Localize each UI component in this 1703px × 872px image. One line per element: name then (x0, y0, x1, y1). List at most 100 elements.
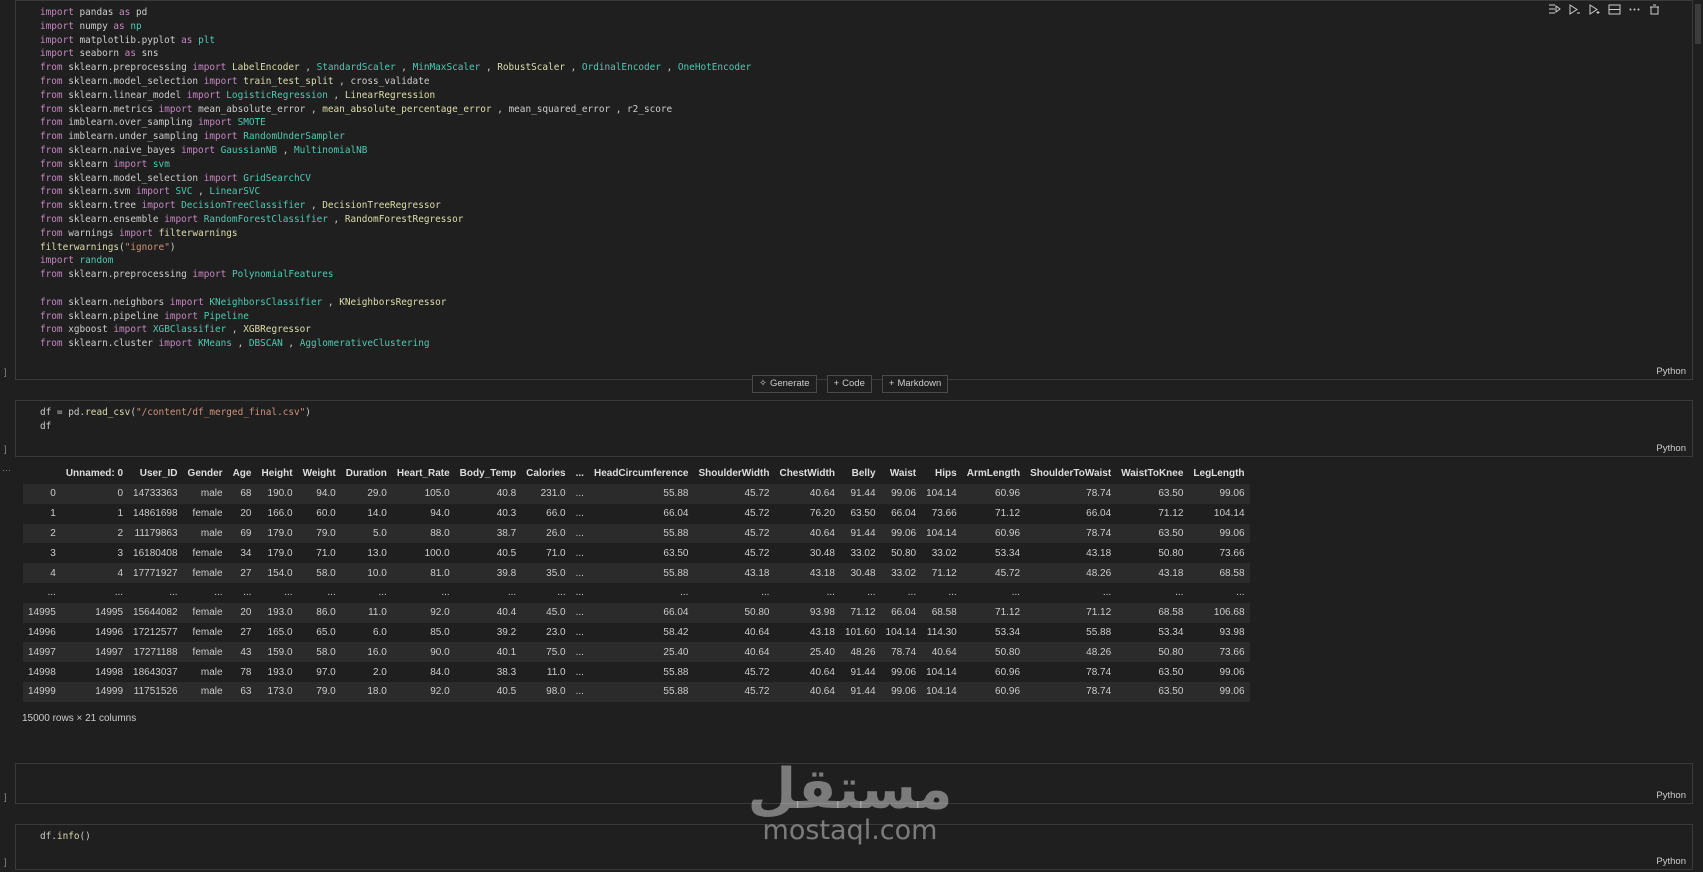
table-cell: 66.04 (891, 508, 917, 520)
code-token: , (564, 62, 582, 74)
table-cell: 33.02 (891, 567, 917, 579)
code-token: SVC (175, 186, 193, 198)
table-cell: 11.0 (368, 607, 387, 619)
code-token: sklearn.model_selection (68, 172, 204, 184)
more-actions-icon[interactable] (1626, 2, 1642, 16)
cell-language[interactable]: Python (1656, 443, 1686, 454)
generate-button[interactable]: ✧ Generate (752, 375, 817, 393)
table-cell: 11.0 (546, 666, 566, 678)
code-token: from (40, 338, 69, 350)
table-row: 14999 14999 11751526 male 63 173.0 79.0 18.0 92.… (23, 681, 1250, 702)
code-token: LinearSVC (209, 186, 261, 198)
table-cell: ... (575, 567, 584, 579)
table-cell: 71.12 (995, 607, 1021, 619)
code-token: XGBClassifier (152, 324, 227, 336)
code-token: , (305, 200, 323, 212)
add-code-button[interactable]: + Code (826, 375, 872, 393)
table-cell: 18.0 (367, 686, 387, 698)
table-cell: 40.64 (809, 527, 835, 539)
table-cell: 14999 (95, 686, 124, 698)
table-cell: 99.06 (891, 686, 917, 698)
code-token: , (395, 62, 413, 74)
table-cell: 16.0 (367, 646, 387, 658)
table-cell: 60.0 (316, 508, 336, 520)
table-cell: 53.34 (995, 626, 1021, 638)
scrollbar[interactable] (1693, 0, 1703, 872)
add-markdown-button[interactable]: + Markdown (881, 375, 949, 393)
row-index: 0 (50, 488, 56, 500)
table-cell: 66.04 (663, 508, 689, 520)
table-cell: 25.40 (809, 646, 835, 658)
table-cell: 17771927 (133, 567, 178, 579)
table-cell: 99.06 (1219, 527, 1245, 539)
table-cell: 91.44 (850, 488, 876, 500)
watermark-latin: mostaql.com (762, 815, 938, 846)
table-cell: 78.74 (1086, 686, 1112, 698)
table-cell: 63.50 (850, 508, 876, 520)
execute-above-icon[interactable] (1546, 2, 1562, 16)
run-cell-icon[interactable] (1586, 2, 1602, 16)
table-cell: 43 (240, 646, 252, 658)
column-header: Calories (526, 468, 566, 479)
code-line: from sklearn.svm import SVC , LinearSVC (40, 185, 751, 199)
code-line: from sklearn.cluster import KMeans , DBS… (40, 337, 751, 351)
table-cell: 14997 (95, 646, 124, 658)
code-editor[interactable]: df.info() (40, 830, 91, 844)
table-cell: 79.0 (316, 527, 336, 539)
table-cell: 179.0 (267, 547, 293, 559)
code-token: sklearn.preprocessing (68, 269, 193, 281)
table-cell: 45.0 (546, 607, 566, 619)
code-token: import (40, 34, 80, 46)
code-token: XGBRegressor (243, 324, 311, 336)
code-token: KMeans (198, 338, 232, 350)
column-header: ShoulderWidth (698, 468, 770, 479)
table-cell: 53.34 (1158, 626, 1184, 638)
table-cell: 27 (240, 626, 252, 638)
column-header: Unnamed: 0 (65, 468, 124, 479)
column-header: ShoulderToWaist (1030, 468, 1112, 479)
row-index: 14999 (28, 686, 56, 698)
run-below-icon[interactable] (1566, 2, 1582, 16)
column-header: ... (575, 468, 584, 479)
split-cell-icon[interactable] (1606, 2, 1622, 16)
code-cell-read-csv[interactable]: df = pd.read_csv("/content/df_merged_fin… (15, 400, 1693, 457)
cell-language[interactable]: Python (1656, 856, 1686, 867)
table-row: 3 3 16180408 female 34 179.0 71.0 13.0 100.0 40.5… (23, 543, 1250, 563)
table-cell: 48.26 (850, 646, 876, 658)
code-token: np (130, 20, 142, 32)
table-cell: ... (1175, 587, 1184, 599)
code-line: import pandas as pd (40, 6, 751, 20)
code-token: plt (198, 34, 215, 46)
code-editor[interactable]: import pandas as pd import numpy as np imp… (40, 6, 751, 351)
scrollbar-thumb[interactable] (1695, 4, 1701, 44)
code-token: from (40, 62, 69, 74)
cell-language[interactable]: Python (1656, 366, 1686, 377)
table-cell: ... (575, 607, 584, 619)
code-token: sklearn.pipeline (68, 310, 165, 322)
table-cell: 14733363 (133, 488, 178, 500)
code-token: DecisionTreeClassifier (181, 200, 306, 212)
row-index: 1 (50, 508, 56, 520)
code-cell-imports[interactable]: import pandas as pd import numpy as np imp… (15, 0, 1693, 380)
table-cell: 104.14 (926, 686, 957, 698)
code-editor[interactable]: df = pd.read_csv("/content/df_merged_fin… (40, 406, 311, 434)
table-cell: ... (1236, 587, 1245, 599)
table-cell: 43.18 (1086, 547, 1112, 559)
table-cell: 91.44 (850, 527, 876, 539)
cell-language[interactable]: Python (1656, 790, 1686, 801)
code-line: from sklearn.preprocessing import Polyno… (40, 268, 751, 282)
table-cell: 78.74 (1086, 488, 1112, 500)
table-cell: 3 (117, 547, 124, 559)
table-cell: 55.88 (1086, 626, 1112, 638)
code-token: GaussianNB (220, 144, 278, 156)
delete-cell-icon[interactable] (1646, 2, 1662, 16)
code-token: train_test_split (243, 75, 334, 87)
table-cell: ... (557, 587, 566, 599)
code-token: () (79, 831, 91, 842)
table-cell: 78.74 (1086, 666, 1112, 678)
code-token: filterwarnings (40, 241, 120, 253)
code-token: import (158, 338, 199, 350)
code-token: sklearn (68, 158, 114, 170)
code-token: import (164, 310, 204, 322)
table-cell: ... (214, 587, 223, 599)
